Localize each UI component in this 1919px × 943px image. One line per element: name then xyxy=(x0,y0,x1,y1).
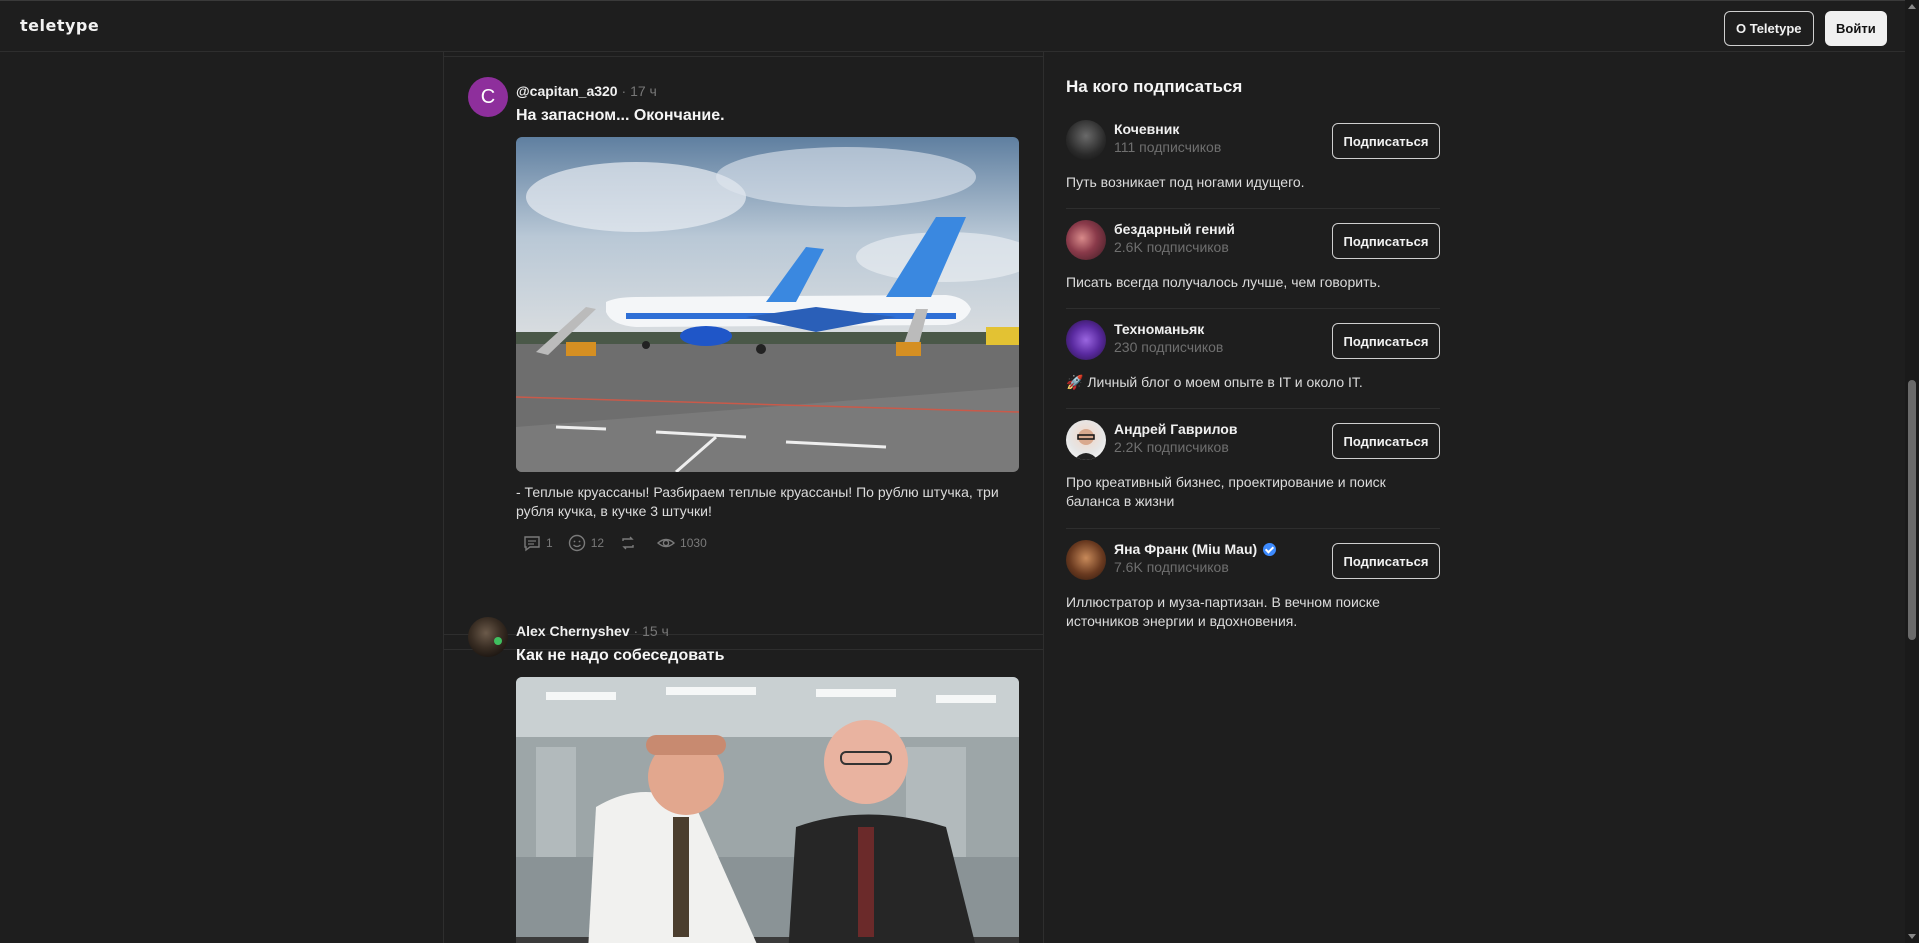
post-image[interactable] xyxy=(516,137,1019,472)
author-avatar[interactable]: C xyxy=(468,77,508,117)
post-title[interactable]: На запасном... Окончание. xyxy=(516,107,725,125)
reactions-count: 12 xyxy=(590,536,605,550)
scroll-down-arrow-icon[interactable] xyxy=(1908,934,1916,939)
author-name[interactable]: Alex Chernyshev xyxy=(516,623,630,639)
repost-icon xyxy=(622,536,634,550)
meta-separator: · xyxy=(633,623,639,639)
author-name[interactable]: @capitan_a320 xyxy=(516,83,618,99)
author-name[interactable]: Андрей Гаврилов xyxy=(1114,421,1237,437)
repost-action[interactable] xyxy=(618,533,642,553)
author-description: Писать всегда получалось лучше, чем гово… xyxy=(1066,274,1381,290)
follow-button[interactable]: Подписаться xyxy=(1332,223,1440,259)
recommendation-item: Кочевник 111 подписчиков Подписаться Пут… xyxy=(1066,120,1440,209)
divider xyxy=(1066,308,1440,309)
views-count: 1030 xyxy=(680,536,707,550)
about-teletype-button[interactable]: О Teletype xyxy=(1724,11,1814,46)
post-title[interactable]: Как не надо собеседовать xyxy=(516,647,724,665)
author-description: Про креативный бизнес, проектирование и … xyxy=(1066,474,1386,509)
divider xyxy=(1066,208,1440,209)
subscriber-count: 2.6K подписчиков xyxy=(1114,239,1229,255)
author-avatar[interactable] xyxy=(1066,540,1106,580)
subscriber-count: 230 подписчиков xyxy=(1114,339,1224,355)
subscriber-count: 7.6K подписчиков xyxy=(1114,559,1229,575)
views-stat: 1030 xyxy=(656,533,707,553)
post-meta: Alex Chernyshev · 15 ч xyxy=(516,623,669,639)
login-button[interactable]: Войти xyxy=(1825,11,1887,46)
follow-button[interactable]: Подписаться xyxy=(1332,423,1440,459)
divider xyxy=(1066,528,1440,529)
author-name[interactable]: Техноманьяк xyxy=(1114,321,1204,337)
verified-badge-icon xyxy=(1263,542,1277,556)
recommendation-item: Техноманьяк 230 подписчиков Подписаться … xyxy=(1066,320,1440,409)
feed-post: C @capitan_a320 · 17 ч На запасном... Ок… xyxy=(444,77,1043,635)
author-description: 🚀 Личный блог о моем опыте в IT и около … xyxy=(1066,374,1363,390)
recommendation-item: Яна Франк (Miu Mau) 7.6K подписчиков Под… xyxy=(1066,540,1440,640)
teletype-logo[interactable]: teletype xyxy=(20,16,99,35)
smile-icon xyxy=(568,534,585,552)
scrollbar-thumb[interactable] xyxy=(1908,380,1916,640)
divider xyxy=(444,56,1043,57)
author-name-row[interactable]: Яна Франк (Miu Mau) xyxy=(1114,541,1277,557)
recommendation-item: Андрей Гаврилов 2.2K подписчиков Подписа… xyxy=(1066,420,1440,529)
recommendation-item: бездарный гений 2.6K подписчиков Подписа… xyxy=(1066,220,1440,309)
author-avatar[interactable] xyxy=(1066,120,1106,160)
follow-button[interactable]: Подписаться xyxy=(1332,543,1440,579)
author-name[interactable]: Кочевник xyxy=(1114,121,1179,137)
post-actions: 1 12 1030 xyxy=(522,532,721,554)
author-avatar[interactable] xyxy=(468,617,508,657)
page-scrollbar[interactable] xyxy=(1905,0,1919,943)
feed-post: Alex Chernyshev · 15 ч Как не надо собес… xyxy=(444,617,1043,943)
subscriber-count: 2.2K подписчиков xyxy=(1114,439,1229,455)
sidebar-title: На кого подписаться xyxy=(1066,77,1243,96)
post-image[interactable] xyxy=(516,677,1019,943)
comments-action[interactable]: 1 xyxy=(522,533,553,553)
scroll-up-arrow-icon[interactable] xyxy=(1908,4,1916,9)
reactions-action[interactable]: 12 xyxy=(567,533,604,553)
meta-separator: · xyxy=(621,83,627,99)
author-name[interactable]: бездарный гений xyxy=(1114,221,1235,237)
top-navbar: teletype О Teletype Войти xyxy=(0,0,1905,52)
author-name[interactable]: Яна Франк (Miu Mau) xyxy=(1114,541,1257,557)
author-avatar[interactable] xyxy=(1066,320,1106,360)
author-description: Путь возникает под ногами идущего. xyxy=(1066,174,1305,190)
subscriber-count: 111 подписчиков xyxy=(1114,139,1222,155)
post-excerpt: - Теплые круассаны! Разбираем теплые кру… xyxy=(516,484,999,519)
feed-column: C @capitan_a320 · 17 ч На запасном... Ок… xyxy=(443,52,1044,943)
follow-button[interactable]: Подписаться xyxy=(1332,323,1440,359)
eye-icon xyxy=(656,538,676,548)
author-description: Иллюстратор и муза-партизан. В вечном по… xyxy=(1066,594,1380,629)
comments-count: 1 xyxy=(546,536,553,550)
post-meta: @capitan_a320 · 17 ч xyxy=(516,83,657,99)
post-time: 17 ч xyxy=(630,83,657,99)
comment-icon xyxy=(524,536,540,552)
follow-button[interactable]: Подписаться xyxy=(1332,123,1440,159)
author-avatar[interactable] xyxy=(1066,220,1106,260)
author-avatar[interactable] xyxy=(1066,420,1106,460)
post-time: 15 ч xyxy=(642,623,669,639)
divider xyxy=(1066,408,1440,409)
